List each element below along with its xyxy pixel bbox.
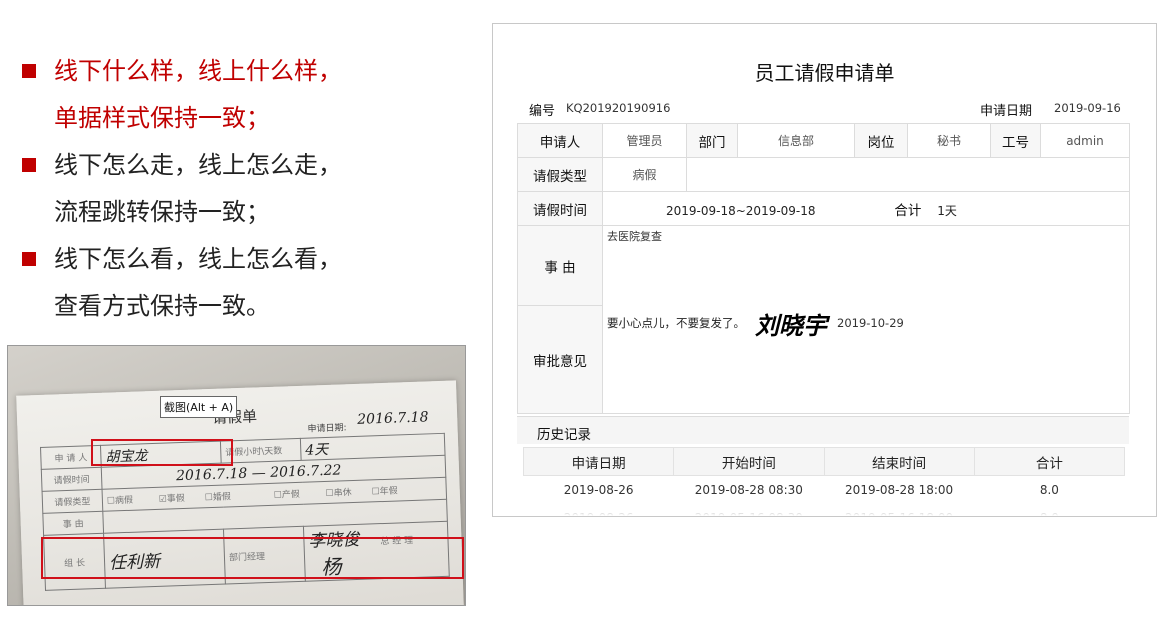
paper-date-label: 申请日期: [307, 423, 347, 435]
reason-label: 事 由 [517, 225, 603, 306]
history-section-header: 历史记录 [517, 416, 1129, 444]
paper-reason-label: 事 由 [42, 511, 104, 536]
dept-label: 部门 [686, 123, 738, 158]
bullet-text: 流程跳转保持一致； [54, 198, 270, 226]
bullet-square-icon [22, 252, 36, 266]
leave-type-label: 请假类型 [517, 157, 603, 192]
leave-type-value: 病假 [602, 157, 687, 192]
paper-form-photo: 请假单 申请日期: 2016.7.18 申 请 人 胡宝龙 请假小时\天数 4天… [7, 345, 466, 606]
bullet-text: 线下怎么走，线上怎么走， [54, 151, 342, 179]
paper-date-value: 2016.7.18 [356, 409, 429, 428]
scroll-fade [493, 498, 1156, 516]
leave-time-value: 2019-09-18~2019-09-18 [666, 203, 816, 218]
number-label: 编号 [529, 104, 556, 119]
bullet-item: 线下怎么走，线上怎么走， 流程跳转保持一致； [20, 142, 460, 236]
apply-date-value: 2019-09-16 [1054, 101, 1121, 115]
bullet-item: 线下什么样，线上什么样， 单据样式保持一致； [20, 48, 460, 142]
bullet-item: 线下怎么看，线上怎么看， 查看方式保持一致。 [20, 236, 460, 330]
paper-type-label: 请假类型 [42, 489, 103, 514]
approval-date: 2019-10-29 [837, 316, 904, 330]
approval-cell: 要小心点儿，不要复发了。 刘晓宇 2019-10-29 [602, 305, 1130, 414]
total-value: 1天 [937, 203, 957, 218]
total-label: 合计 [894, 202, 922, 219]
post-label: 岗位 [854, 123, 908, 158]
leave-request-form: 员工请假申请单 编号 KQ201920190916 申请日期 2019-09-1… [492, 23, 1157, 517]
bullet-text: 单据样式保持一致； [54, 104, 270, 132]
leave-type-blank [686, 157, 1130, 192]
job-no-value: admin [1040, 123, 1130, 158]
leave-time-row: 2019-09-18~2019-09-18 合计 1天 [602, 191, 1130, 226]
bullet-square-icon [22, 64, 36, 78]
dept-value: 信息部 [737, 123, 855, 158]
history-header: 结束时间 [823, 447, 975, 476]
apply-date-label: 申请日期 [980, 104, 1033, 119]
applicant-value: 管理员 [602, 123, 687, 158]
form-title: 员工请假申请单 [754, 61, 895, 85]
bullet-list: 线下什么样，线上什么样， 单据样式保持一致； 线下怎么走，线上怎么走， 流程跳转… [20, 48, 460, 330]
reason-value: 去医院复查 [602, 225, 1130, 306]
history-header: 开始时间 [673, 447, 825, 476]
leave-time-label: 请假时间 [517, 191, 603, 226]
post-value: 秘书 [907, 123, 991, 158]
highlight-box-signatures [41, 537, 464, 579]
approval-text: 要小心点儿，不要复发了。 [607, 316, 745, 330]
history-label: 历史记录 [537, 427, 591, 443]
bullet-text: 查看方式保持一致。 [54, 292, 270, 320]
paper-time-label: 请假时间 [41, 467, 103, 492]
bullet-text: 线下怎么看，线上怎么看， [54, 245, 342, 273]
number-value: KQ201920190916 [566, 101, 671, 115]
form-grid: 申请人 管理员 部门 信息部 岗位 秘书 工号 admin 请假类型 病假 请假… [517, 123, 1130, 414]
highlight-box-applicant [91, 439, 233, 466]
bullet-text: 线下什么样，线上什么样， [54, 57, 342, 85]
job-no-label: 工号 [990, 123, 1041, 158]
applicant-label: 申请人 [517, 123, 603, 158]
approval-label: 审批意见 [517, 305, 603, 414]
screenshot-tooltip: 截图(Alt + A) [160, 396, 238, 418]
history-header: 申请日期 [522, 447, 675, 476]
approval-signature: 刘晓宇 [755, 310, 827, 340]
bullet-square-icon [22, 158, 36, 172]
history-header: 合计 [973, 447, 1126, 476]
